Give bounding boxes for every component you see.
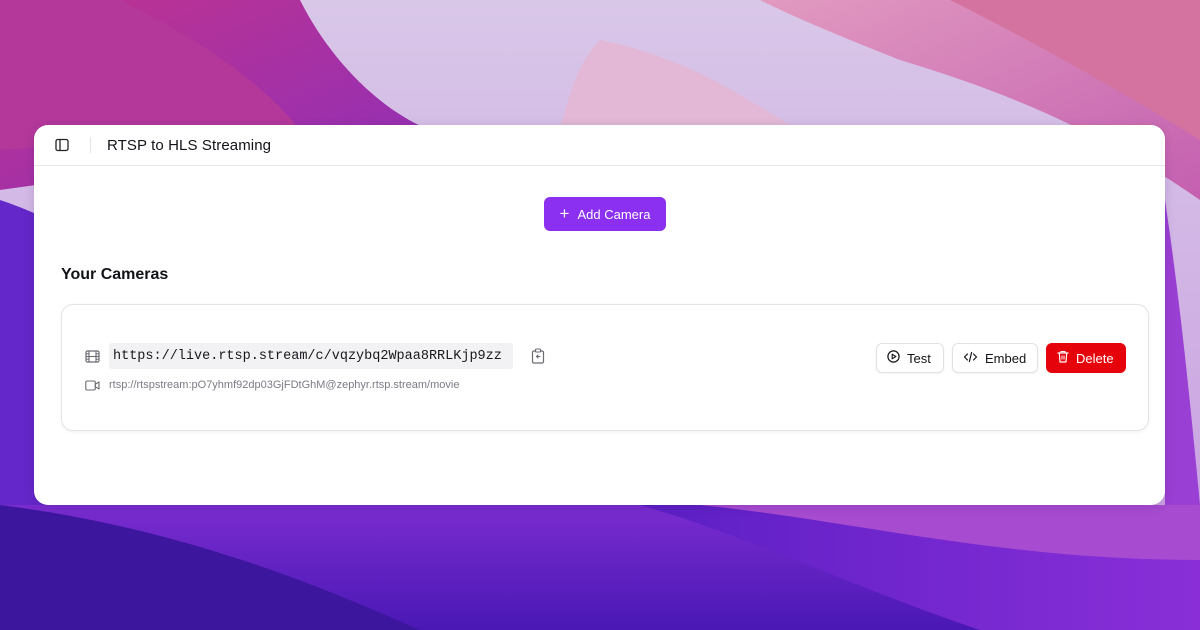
window-titlebar: RTSP to HLS Streaming	[34, 125, 1165, 166]
stream-url[interactable]: https://live.rtsp.stream/c/vqzybq2Wpaa8R…	[109, 343, 513, 369]
embed-button[interactable]: Embed	[952, 343, 1038, 373]
add-camera-label: Add Camera	[577, 206, 651, 222]
delete-label: Delete	[1076, 350, 1114, 366]
play-circle-icon	[887, 350, 900, 366]
add-camera-button[interactable]: + Add Camera	[544, 197, 666, 231]
stream-url-row: https://live.rtsp.stream/c/vqzybq2Wpaa8R…	[85, 343, 547, 369]
main-content: + Add Camera Your Cameras https://live.r…	[34, 166, 1165, 505]
app-window: RTSP to HLS Streaming + Add Camera Your …	[34, 125, 1165, 505]
titlebar-divider	[90, 137, 91, 153]
trash-icon	[1057, 350, 1069, 366]
embed-label: Embed	[985, 350, 1027, 366]
rtsp-source-url: rtsp://rtspstream:pO7yhmf92dp03GjFDtGhM@…	[109, 379, 460, 391]
test-button[interactable]: Test	[876, 343, 944, 373]
delete-button[interactable]: Delete	[1046, 343, 1126, 373]
rtsp-source-row: rtsp://rtspstream:pO7yhmf92dp03GjFDtGhM@…	[85, 378, 459, 392]
plus-icon: +	[559, 203, 570, 223]
film-icon	[85, 348, 101, 364]
video-camera-icon	[85, 378, 101, 392]
sidebar-panel-icon[interactable]	[54, 137, 70, 153]
code-icon	[963, 351, 978, 366]
camera-actions: Test Embed Delete	[876, 343, 1126, 373]
page-title: RTSP to HLS Streaming	[107, 136, 272, 154]
camera-card: https://live.rtsp.stream/c/vqzybq2Wpaa8R…	[61, 304, 1149, 431]
clipboard-copy-icon[interactable]	[531, 348, 547, 364]
test-label: Test	[907, 350, 931, 366]
section-title: Your Cameras	[61, 266, 169, 283]
